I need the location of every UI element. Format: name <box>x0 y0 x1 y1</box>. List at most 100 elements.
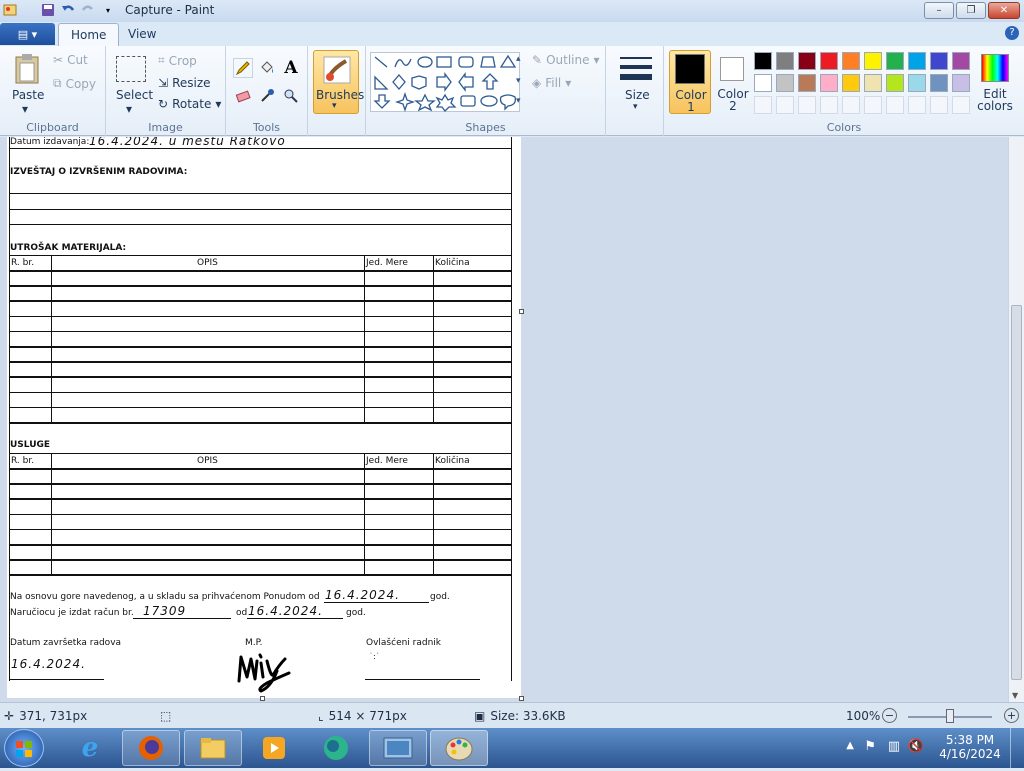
shapes-gallery-icons[interactable] <box>371 53 521 113</box>
brushes-button[interactable]: Brushes ▾ <box>313 50 364 114</box>
palette-swatch[interactable] <box>930 74 948 92</box>
minimize-button[interactable]: – <box>924 2 954 19</box>
palette-swatch[interactable] <box>886 96 904 114</box>
fill-bucket-icon[interactable] <box>257 58 277 78</box>
zoom-out-button[interactable]: − <box>882 708 897 723</box>
palette-swatch[interactable] <box>776 74 794 92</box>
select-icon[interactable] <box>116 56 146 82</box>
network-icon[interactable]: ▥ <box>888 739 900 754</box>
palette-swatch[interactable] <box>952 74 970 92</box>
taskbar-explorer[interactable] <box>184 730 242 766</box>
resize-handle-right[interactable] <box>519 309 524 314</box>
palette-swatch[interactable] <box>820 74 838 92</box>
eraser-icon[interactable] <box>233 86 253 106</box>
zoom-in-button[interactable]: + <box>1004 708 1019 723</box>
taskbar-firefox[interactable] <box>122 730 180 766</box>
rotate-button[interactable]: ↻ Rotate ▾ <box>158 97 221 111</box>
taskbar-media[interactable] <box>245 730 303 766</box>
palette-swatch[interactable] <box>820 96 838 114</box>
palette-swatch[interactable] <box>864 52 882 70</box>
action-center-flag-icon[interactable]: ⚑ <box>864 739 876 754</box>
paint-app-icon[interactable] <box>2 2 18 18</box>
maximize-button[interactable]: ❐ <box>956 2 986 19</box>
crop-button[interactable]: ⌗ Crop <box>158 53 197 68</box>
palette-swatch[interactable] <box>754 74 772 92</box>
magnifier-icon[interactable] <box>281 86 301 106</box>
palette-swatch[interactable] <box>930 96 948 114</box>
palette-swatch[interactable] <box>842 52 860 70</box>
tray-clock[interactable]: 5:38 PM 4/16/2024 <box>938 733 1002 761</box>
paste-dropdown[interactable]: ▾ <box>22 102 28 116</box>
palette-swatch[interactable] <box>930 52 948 70</box>
palette-swatch[interactable] <box>864 74 882 92</box>
material-col-kol: Količina <box>435 258 470 268</box>
palette-swatch[interactable] <box>886 52 904 70</box>
help-icon[interactable]: ? <box>1005 26 1019 40</box>
size-icon[interactable] <box>620 52 652 86</box>
tab-home[interactable]: Home <box>58 23 120 46</box>
shapes-gallery <box>370 52 521 113</box>
palette-swatch[interactable] <box>952 96 970 114</box>
tray-expand-icon[interactable]: ▲ <box>846 740 854 751</box>
palette-swatch[interactable] <box>798 74 816 92</box>
palette-swatch[interactable] <box>754 52 772 70</box>
palette-swatch[interactable] <box>820 52 838 70</box>
palette-swatch[interactable] <box>864 96 882 114</box>
start-button[interactable] <box>4 729 44 767</box>
color1-button[interactable]: Color 1 <box>669 50 711 114</box>
table-row-line <box>9 346 512 348</box>
fill-button[interactable]: ◈ Fill ▾ <box>532 76 571 90</box>
edit-colors-button[interactable]: Edit colors <box>976 52 1020 116</box>
undo-icon[interactable] <box>60 2 76 18</box>
palette-swatch[interactable] <box>776 96 794 114</box>
select-button[interactable]: Select <box>116 88 153 102</box>
paste-button[interactable]: Paste <box>12 88 44 102</box>
resize-button[interactable]: ⇲ Resize <box>158 76 211 90</box>
table-row-line <box>9 270 512 272</box>
paint-menu-button[interactable]: ▤ ▾ <box>0 23 55 45</box>
resize-handle-corner[interactable] <box>519 696 524 701</box>
paste-icon[interactable] <box>12 52 42 86</box>
select-dropdown[interactable]: ▾ <box>126 102 132 116</box>
canvas-image[interactable]: Datum izdavanja: 16.4.2024. u mestu Ratk… <box>7 137 521 698</box>
color-picker-icon[interactable] <box>257 86 277 106</box>
taskbar-ie[interactable]: e <box>61 730 119 766</box>
customize-qat-icon[interactable]: ▾ <box>100 2 116 18</box>
scroll-down-arrow[interactable]: ▼ <box>1012 691 1018 700</box>
cut-button[interactable]: ✂ Cut <box>53 53 88 67</box>
taskbar-paint[interactable] <box>430 730 488 766</box>
palette-swatch[interactable] <box>842 96 860 114</box>
shapes-scroll-up[interactable]: ▴ <box>516 54 521 64</box>
palette-swatch[interactable] <box>798 96 816 114</box>
scrollbar-thumb[interactable] <box>1011 305 1022 680</box>
outline-button[interactable]: ✎ Outline ▾ <box>532 53 600 67</box>
shapes-scroll-down[interactable]: ▾ <box>516 76 521 86</box>
services-col-opis: OPIS <box>197 456 218 466</box>
shapes-expand[interactable]: ▾ <box>516 96 521 106</box>
save-icon[interactable] <box>40 2 56 18</box>
palette-swatch[interactable] <box>754 96 772 114</box>
vertical-scrollbar[interactable]: ▼ <box>1008 137 1024 702</box>
volume-muted-icon[interactable]: 🔇 <box>908 739 924 754</box>
size-button[interactable]: Size <box>625 88 650 102</box>
palette-swatch[interactable] <box>776 52 794 70</box>
redo-icon[interactable] <box>80 2 96 18</box>
palette-swatch[interactable] <box>842 74 860 92</box>
tab-view[interactable]: View <box>116 23 168 46</box>
zoom-slider-thumb[interactable] <box>946 709 954 723</box>
palette-swatch[interactable] <box>886 74 904 92</box>
palette-swatch[interactable] <box>908 74 926 92</box>
copy-button[interactable]: ⧉ Copy <box>53 76 96 91</box>
color2-button[interactable]: Color 2 <box>714 50 754 114</box>
palette-swatch[interactable] <box>952 52 970 70</box>
palette-swatch[interactable] <box>908 96 926 114</box>
palette-swatch[interactable] <box>798 52 816 70</box>
show-desktop-button[interactable] <box>1010 728 1024 768</box>
taskbar-app[interactable] <box>307 730 365 766</box>
text-tool-icon[interactable]: A <box>281 58 301 78</box>
pencil-icon[interactable] <box>233 58 253 78</box>
close-button[interactable]: ✕ <box>988 2 1020 19</box>
resize-handle-bottom[interactable] <box>260 696 265 701</box>
palette-swatch[interactable] <box>908 52 926 70</box>
taskbar-capture[interactable] <box>369 730 427 766</box>
